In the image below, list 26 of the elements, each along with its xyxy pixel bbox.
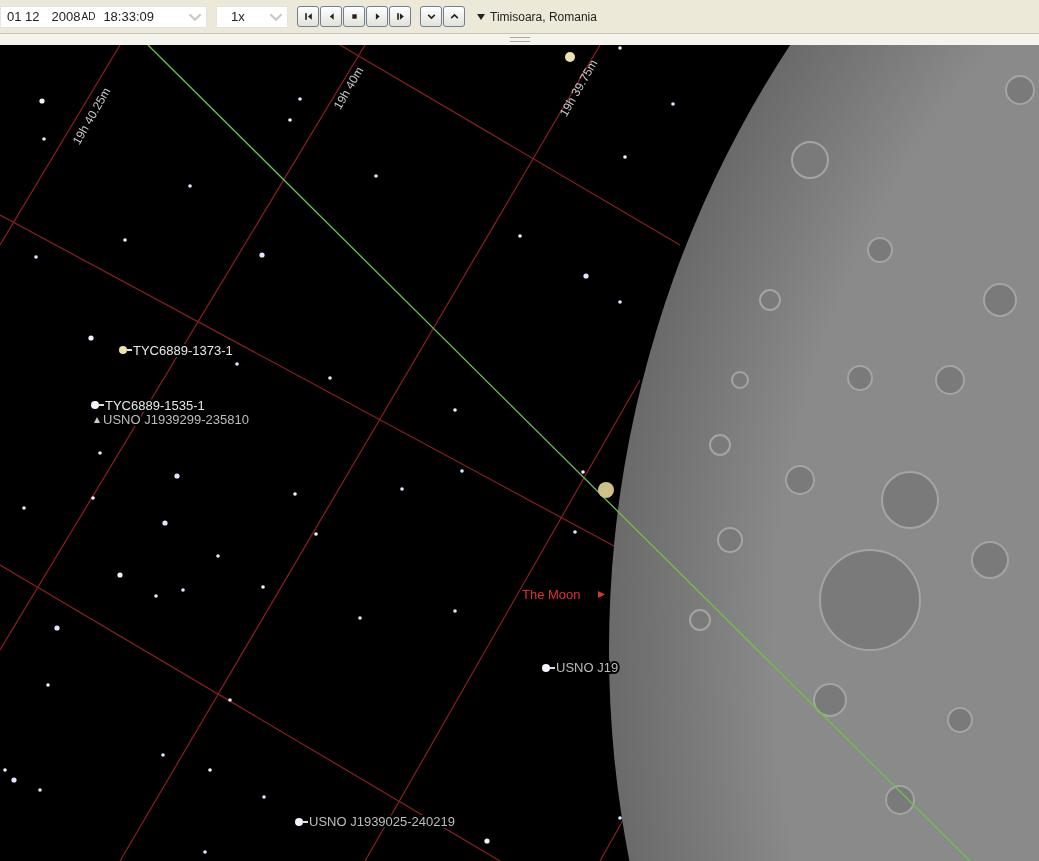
grip-icon[interactable] <box>509 37 530 42</box>
location-text[interactable]: Timisoara, Romania <box>490 9 597 24</box>
play-backward-button[interactable] <box>320 6 342 27</box>
time-text: 18:33:09 <box>103 9 154 24</box>
date-text: 01 12 <box>7 9 40 24</box>
speed-field[interactable]: 1x <box>216 5 288 28</box>
play-button[interactable] <box>366 6 388 27</box>
star-label[interactable]: TYC6889-1373-1 <box>133 343 233 358</box>
speed-text: 1x <box>231 9 245 24</box>
moon-label[interactable]: The Moon <box>522 587 581 602</box>
skip-forward-icon <box>394 11 406 22</box>
planet-icon[interactable] <box>598 482 614 498</box>
pointer-icon <box>598 591 605 598</box>
skip-back-icon <box>302 11 314 22</box>
step-forward-button[interactable] <box>389 6 411 27</box>
chevron-up-button[interactable] <box>443 6 465 27</box>
step-back-button[interactable] <box>297 6 319 27</box>
star-label[interactable]: USNO J1939299-235810 <box>103 412 249 427</box>
star-label[interactable]: TYC6889-1535-1 <box>105 398 205 413</box>
era-text: AD <box>81 11 96 22</box>
dropdown-triangle-icon[interactable] <box>477 13 485 20</box>
date-time-field[interactable]: 01 12 2008AD 18:33:09 <box>0 5 207 28</box>
year-text: 2008 <box>51 9 81 24</box>
triangle-marker-icon <box>94 417 100 423</box>
chevron-down-button[interactable] <box>420 6 442 27</box>
stop-button[interactable] <box>343 6 365 27</box>
